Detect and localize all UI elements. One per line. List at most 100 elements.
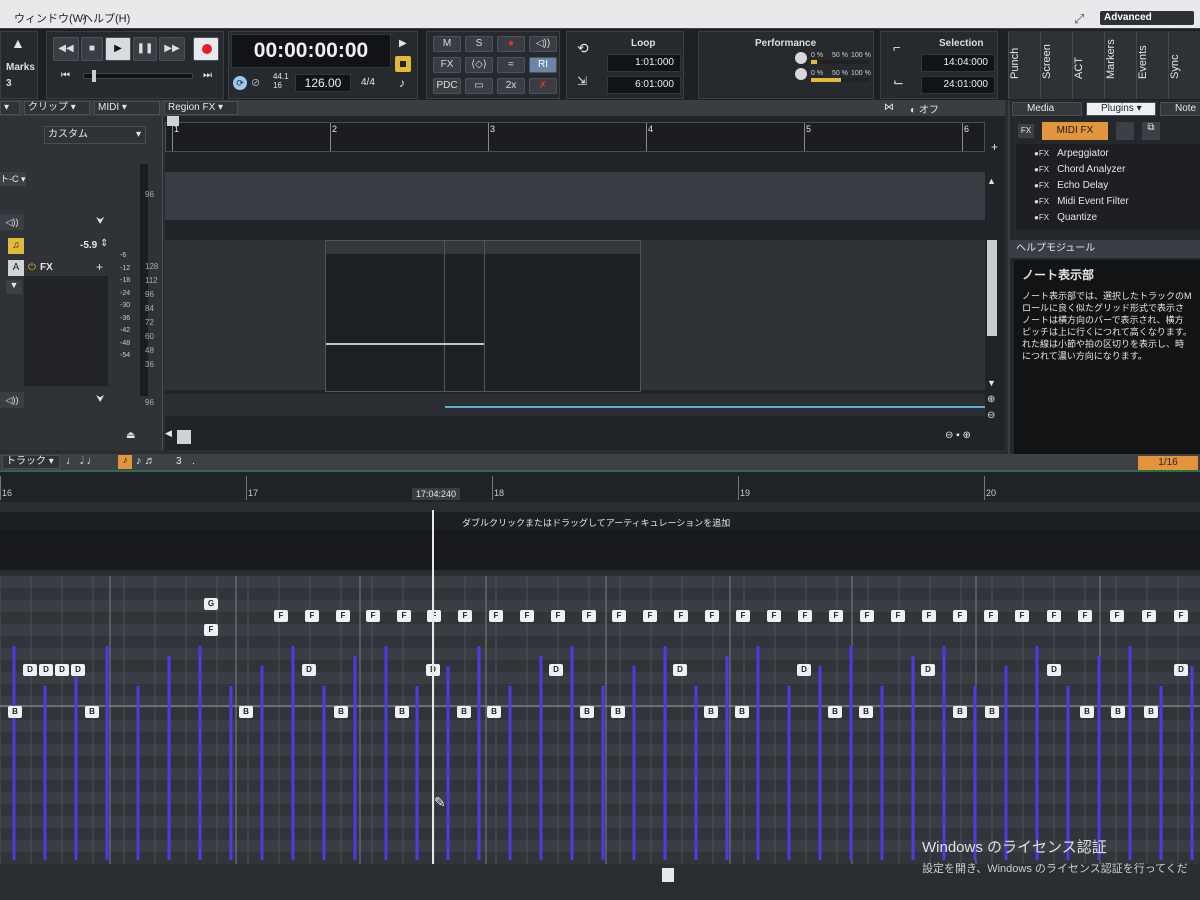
tab-plugins[interactable]: Plugins ▾ bbox=[1086, 102, 1156, 116]
note-label-b[interactable]: B bbox=[611, 706, 625, 718]
metronome-toggle[interactable] bbox=[395, 56, 411, 72]
add-track-icon[interactable]: + bbox=[991, 140, 998, 154]
note-label-f[interactable]: F bbox=[551, 610, 565, 622]
track-dropdown[interactable]: トラック ▾ bbox=[2, 455, 60, 469]
meter-button[interactable]: ▭ bbox=[465, 78, 493, 94]
note-label-b[interactable]: B bbox=[239, 706, 253, 718]
articulation-lane[interactable]: ダブルクリックまたはドラッグしてアーティキュレーションを追加 bbox=[0, 512, 1200, 570]
note-label-f[interactable]: F bbox=[489, 610, 503, 622]
pdc-button[interactable]: PDC bbox=[433, 78, 461, 94]
scroll-left-icon[interactable]: ◀ bbox=[165, 428, 172, 439]
volume-value[interactable]: -5.9 bbox=[80, 240, 97, 251]
now-marker[interactable] bbox=[167, 116, 179, 126]
note-label-b[interactable]: B bbox=[985, 706, 999, 718]
expand-icon[interactable]: ⮟ bbox=[96, 216, 105, 227]
tab-notes[interactable]: Note bbox=[1160, 102, 1200, 116]
note-label-f[interactable]: F bbox=[891, 610, 905, 622]
track-menu[interactable]: ▾ bbox=[0, 101, 20, 115]
solo-button[interactable]: S bbox=[465, 36, 493, 52]
go-to-start-icon[interactable]: ⏮ bbox=[61, 70, 70, 81]
note-label-b[interactable]: B bbox=[334, 706, 348, 718]
note-label-b[interactable]: B bbox=[1080, 706, 1094, 718]
fx-bin-label[interactable]: FX bbox=[40, 262, 53, 273]
echo-button[interactable]: ◁)) bbox=[0, 214, 24, 230]
tempo-display[interactable]: 126.00 bbox=[295, 74, 351, 92]
note-label-d[interactable]: D bbox=[1174, 664, 1188, 676]
tab-events[interactable]: Events bbox=[1136, 31, 1168, 99]
fx-bypass-button[interactable]: FX bbox=[433, 57, 461, 73]
selection-end[interactable]: 24:01:000 bbox=[921, 76, 995, 94]
note-label-f[interactable]: F bbox=[705, 610, 719, 622]
play-button[interactable]: ▶ bbox=[105, 37, 131, 61]
note-label-g[interactable]: G bbox=[204, 598, 218, 610]
workspace-selector[interactable]: Advanced bbox=[1100, 11, 1194, 25]
horizontal-scrollbar[interactable] bbox=[177, 430, 191, 444]
scroll-up-icon[interactable]: ▲ bbox=[987, 176, 996, 186]
double-speed-button[interactable]: 2x bbox=[497, 78, 525, 94]
loop-start[interactable]: 1:01:000 bbox=[607, 54, 681, 72]
eighth-note-icon[interactable]: ♪ bbox=[118, 455, 132, 469]
zoom-in-v-icon[interactable]: ⊕ bbox=[987, 394, 995, 405]
note-label-f[interactable]: F bbox=[1142, 610, 1156, 622]
collapse-icon[interactable]: ▼ bbox=[6, 280, 22, 294]
tab-media[interactable]: Media bbox=[1012, 102, 1082, 116]
tab-sync[interactable]: Sync bbox=[1168, 31, 1200, 99]
note-label-f[interactable]: F bbox=[767, 610, 781, 622]
note-label-f[interactable]: F bbox=[427, 610, 441, 622]
note-label-f[interactable]: F bbox=[397, 610, 411, 622]
zoom-h-icons[interactable]: ⊖ ▪ ⊕ bbox=[945, 430, 971, 441]
selection-start-icon[interactable]: ⌐ bbox=[893, 40, 901, 55]
note-label-b[interactable]: B bbox=[828, 706, 842, 718]
note-label-f[interactable]: F bbox=[1174, 610, 1188, 622]
note-label-b[interactable]: B bbox=[457, 706, 471, 718]
note-label-b[interactable]: B bbox=[859, 706, 873, 718]
note-label-b[interactable]: B bbox=[1111, 706, 1125, 718]
note-label-b[interactable]: B bbox=[8, 706, 22, 718]
note-label-f[interactable]: F bbox=[953, 610, 967, 622]
pause-button[interactable]: ❚❚ bbox=[133, 37, 157, 61]
note-label-b[interactable]: B bbox=[487, 706, 501, 718]
download-icon[interactable] bbox=[1116, 122, 1134, 140]
plugin-item[interactable]: ●FX Midi Event Filter bbox=[1034, 196, 1129, 207]
go-to-end-icon[interactable]: ⏭ bbox=[203, 70, 212, 81]
panic-button[interactable]: ✗ bbox=[529, 78, 557, 94]
loop-end[interactable]: 6:01:000 bbox=[607, 76, 681, 94]
power-icon[interactable]: ⏻ bbox=[28, 262, 36, 273]
clip-menu[interactable]: クリップ ▾ bbox=[24, 101, 90, 115]
loop-to-selection-icon[interactable]: ⇲ bbox=[577, 74, 587, 88]
menu-help[interactable]: ヘルプ(H) bbox=[82, 10, 130, 26]
note-label-f[interactable]: F bbox=[305, 610, 319, 622]
note-label-f[interactable]: F bbox=[1078, 610, 1092, 622]
plugin-item[interactable]: ●FX Arpeggiator bbox=[1034, 148, 1109, 159]
stop-button[interactable]: ■ bbox=[81, 37, 103, 61]
prv-scroll-thumb[interactable] bbox=[662, 868, 674, 882]
track-lane-1[interactable] bbox=[165, 172, 985, 220]
rewind-button[interactable]: ◀◀ bbox=[53, 37, 79, 61]
note-label-f[interactable]: F bbox=[798, 610, 812, 622]
plugin-item[interactable]: ●FX Chord Analyzer bbox=[1034, 164, 1125, 175]
note-label-d[interactable]: D bbox=[921, 664, 935, 676]
volume-spin-icon[interactable]: ⇕ bbox=[100, 238, 108, 249]
note-label-f[interactable]: F bbox=[643, 610, 657, 622]
note-label-f[interactable]: F bbox=[274, 610, 288, 622]
triplet-toggle[interactable]: 3 bbox=[176, 456, 182, 467]
note-label-b[interactable]: B bbox=[1144, 706, 1158, 718]
expand-icon[interactable]: ⤢ bbox=[1074, 11, 1084, 27]
layout-icon[interactable]: ⧉ bbox=[1142, 122, 1160, 140]
volume-icon[interactable]: ♫ bbox=[8, 238, 24, 254]
loop-toggle-icon[interactable]: ⟲ bbox=[577, 40, 589, 57]
expand-icon-2[interactable]: ⮟ bbox=[96, 394, 105, 405]
vertical-scrollbar[interactable] bbox=[987, 240, 997, 336]
slider-thumb[interactable] bbox=[92, 70, 96, 82]
audio-engine-icon[interactable]: ⊘ bbox=[251, 76, 260, 89]
bus-echo-button[interactable]: ◁)) bbox=[0, 392, 24, 408]
note-label-f[interactable]: F bbox=[1110, 610, 1124, 622]
plugin-item[interactable]: ●FX Echo Delay bbox=[1034, 180, 1108, 191]
note-label-b[interactable]: B bbox=[85, 706, 99, 718]
play-from-icon[interactable]: ▶ bbox=[399, 38, 407, 49]
scroll-down-icon[interactable]: ▼ bbox=[987, 378, 996, 388]
note-label-f[interactable]: F bbox=[984, 610, 998, 622]
selection-end-icon[interactable]: ⌙ bbox=[893, 74, 904, 90]
record-button[interactable] bbox=[193, 37, 219, 61]
note-label-d[interactable]: D bbox=[23, 664, 37, 676]
